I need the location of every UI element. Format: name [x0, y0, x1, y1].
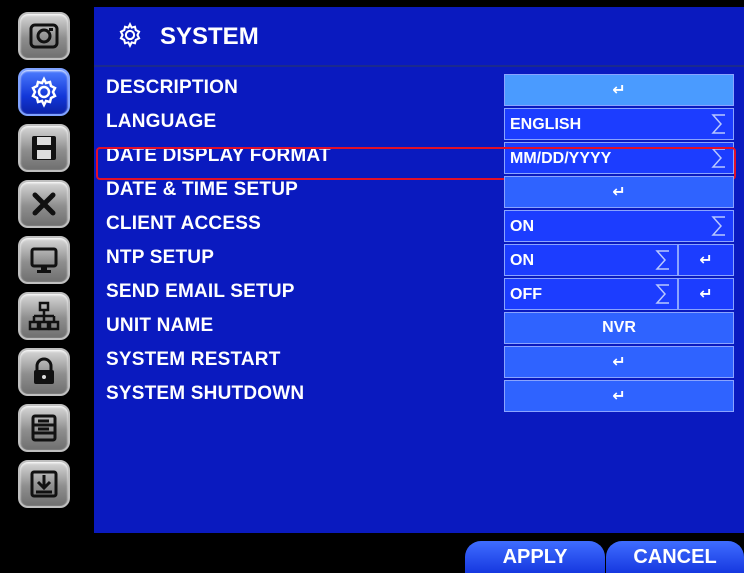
language-select[interactable]: ENGLISH	[504, 108, 734, 140]
enter-icon: ↵	[612, 388, 626, 405]
row-label: NTP SETUP	[106, 247, 215, 268]
row-description: DESCRIPTION ↵	[94, 73, 744, 107]
select-value: ON	[510, 252, 534, 269]
unit-name-field[interactable]: NVR	[504, 312, 734, 344]
tools-icon[interactable]	[18, 180, 70, 228]
sigma-dropdown-icon	[655, 250, 669, 270]
enter-icon: ↵	[699, 286, 713, 303]
date-time-setup-button[interactable]: ↵	[504, 176, 734, 208]
system-settings-panel: SYSTEM DESCRIPTION ↵ LANGUAGE ENGLISH DA…	[94, 7, 744, 533]
row-label: CLIENT ACCESS	[106, 213, 261, 234]
description-enter-button[interactable]: ↵	[504, 74, 734, 106]
row-ntp-setup: NTP SETUP ON ↵	[94, 243, 744, 277]
select-value: OFF	[510, 286, 542, 303]
row-system-shutdown: SYSTEM SHUTDOWN ↵	[94, 379, 744, 413]
row-label: SEND EMAIL SETUP	[106, 281, 295, 302]
apply-button[interactable]: APPLY	[465, 541, 605, 573]
ntp-setup-select[interactable]: ON	[504, 244, 678, 276]
enter-icon: ↵	[612, 184, 626, 201]
select-value: ON	[510, 218, 534, 235]
network-icon[interactable]	[18, 292, 70, 340]
system-restart-button[interactable]: ↵	[504, 346, 734, 378]
title-bar: SYSTEM	[94, 7, 744, 67]
page-title: SYSTEM	[160, 23, 259, 50]
download-icon[interactable]	[18, 460, 70, 508]
ntp-setup-enter-button[interactable]: ↵	[678, 244, 734, 276]
send-email-select[interactable]: OFF	[504, 278, 678, 310]
gear-icon	[119, 21, 141, 49]
sigma-dropdown-icon	[711, 216, 725, 236]
gear-icon[interactable]	[18, 68, 70, 116]
sigma-dropdown-icon	[711, 114, 725, 134]
row-label: UNIT NAME	[106, 315, 214, 336]
monitor-icon[interactable]	[18, 236, 70, 284]
row-system-restart: SYSTEM RESTART ↵	[94, 345, 744, 379]
enter-icon: ↵	[612, 354, 626, 371]
left-menu-rail	[0, 0, 94, 573]
enter-icon: ↵	[699, 252, 713, 269]
sigma-dropdown-icon	[655, 284, 669, 304]
client-access-select[interactable]: ON	[504, 210, 734, 242]
row-label: SYSTEM RESTART	[106, 349, 281, 370]
lock-icon[interactable]	[18, 348, 70, 396]
camera-icon[interactable]	[18, 12, 70, 60]
row-label: DATE & TIME SETUP	[106, 179, 298, 200]
row-language: LANGUAGE ENGLISH	[94, 107, 744, 141]
row-label: DESCRIPTION	[106, 77, 239, 98]
row-date-time-setup: DATE & TIME SETUP ↵	[94, 175, 744, 209]
row-send-email-setup: SEND EMAIL SETUP OFF ↵	[94, 277, 744, 311]
storage-icon[interactable]	[18, 404, 70, 452]
send-email-enter-button[interactable]: ↵	[678, 278, 734, 310]
row-label: LANGUAGE	[106, 111, 217, 132]
enter-icon: ↵	[612, 82, 626, 99]
cancel-button[interactable]: CANCEL	[606, 541, 744, 573]
row-label: SYSTEM SHUTDOWN	[106, 383, 305, 404]
unit-name-value: NVR	[602, 319, 636, 336]
system-shutdown-button[interactable]: ↵	[504, 380, 734, 412]
select-value: ENGLISH	[510, 116, 582, 133]
row-unit-name: UNIT NAME NVR	[94, 311, 744, 345]
row-client-access: CLIENT ACCESS ON	[94, 209, 744, 243]
floppy-disk-icon[interactable]	[18, 124, 70, 172]
